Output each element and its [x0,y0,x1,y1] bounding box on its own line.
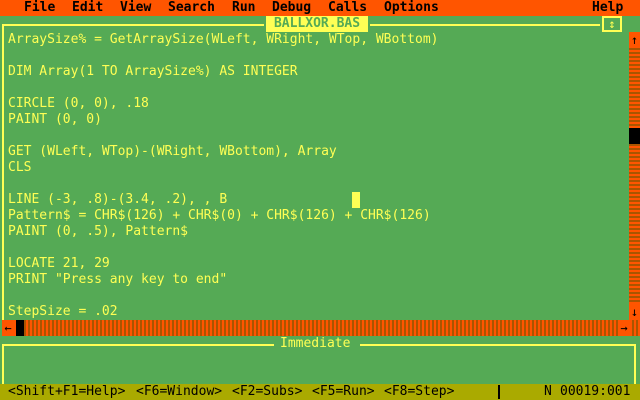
editor-title: BALLXOR.BAS [266,16,368,32]
editor-frame-top [370,24,600,26]
editor-window[interactable]: BALLXOR.BAS ↕ ArraySize% = GetArraySize(… [0,16,640,336]
menu-search[interactable]: Search [168,0,215,16]
status-mode: N [544,384,552,399]
menu-help[interactable]: Help [592,0,623,16]
scroll-down-icon[interactable]: ↓ [629,304,640,320]
immediate-window[interactable]: Immediate [0,336,640,384]
code-line[interactable]: PAINT (0, .5), Pattern$ [8,224,188,240]
code-line[interactable]: DIM Array(1 TO ArraySize%) AS INTEGER [8,64,298,80]
status-subs-hint[interactable]: <F2=Subs> [232,384,302,400]
menu-file[interactable]: File [24,0,55,16]
immediate-title: Immediate [280,336,351,351]
status-step-hint[interactable]: <F8=Step> [384,384,454,400]
code-line[interactable]: CIRCLE (0, 0), .18 [8,96,149,112]
maximize-icon[interactable]: ↕ [602,16,622,32]
status-help-hint[interactable]: <Shift+F1=Help> [8,384,125,400]
status-position: 00019:001 [560,384,631,399]
code-line[interactable]: CLS [8,160,31,176]
menu-view[interactable]: View [120,0,151,16]
text-cursor [352,192,360,208]
status-run-hint[interactable]: <F5=Run> [312,384,375,400]
editor-frame-top [2,24,264,26]
editor-frame-left [2,24,4,332]
vertical-scroll-thumb[interactable] [629,128,640,144]
menu-debug[interactable]: Debug [272,0,311,16]
immediate-frame-right [634,344,636,384]
scroll-up-icon[interactable]: ↑ [629,32,640,48]
code-line[interactable]: PRINT "Press any key to end" [8,272,227,288]
code-line[interactable]: LOCATE 21, 29 [8,256,110,272]
immediate-frame-top [360,344,636,346]
horizontal-scrollbar[interactable]: ← → [2,320,640,336]
horizontal-scroll-thumb[interactable] [16,320,24,336]
vertical-scrollbar[interactable]: ↑ ↓ [629,32,640,320]
code-line[interactable]: StepSize = .02 [8,304,118,320]
code-line[interactable]: Pattern$ = CHR$(126) + CHR$(0) + CHR$(12… [8,208,431,224]
menu-bar: File Edit View Search Run Debug Calls Op… [0,0,640,16]
code-line[interactable]: LINE (-3, .8)-(3.4, .2), , B [8,192,227,208]
status-window-hint[interactable]: <F6=Window> [136,384,222,400]
menu-options[interactable]: Options [384,0,439,16]
menu-edit[interactable]: Edit [72,0,103,16]
status-divider [498,385,500,399]
menu-calls[interactable]: Calls [328,0,367,16]
immediate-frame-left [2,344,4,384]
menu-run[interactable]: Run [232,0,255,16]
scroll-right-icon[interactable]: → [618,320,630,336]
code-line[interactable]: GET (WLeft, WTop)-(WRight, WBottom), Arr… [8,144,337,160]
code-line[interactable]: ArraySize% = GetArraySize(WLeft, WRight,… [8,32,438,48]
status-bar: <Shift+F1=Help> <F6=Window> <F2=Subs> <F… [0,384,640,400]
immediate-frame-top [2,344,274,346]
scroll-left-icon[interactable]: ← [2,320,14,336]
code-line[interactable]: PAINT (0, 0) [8,112,102,128]
